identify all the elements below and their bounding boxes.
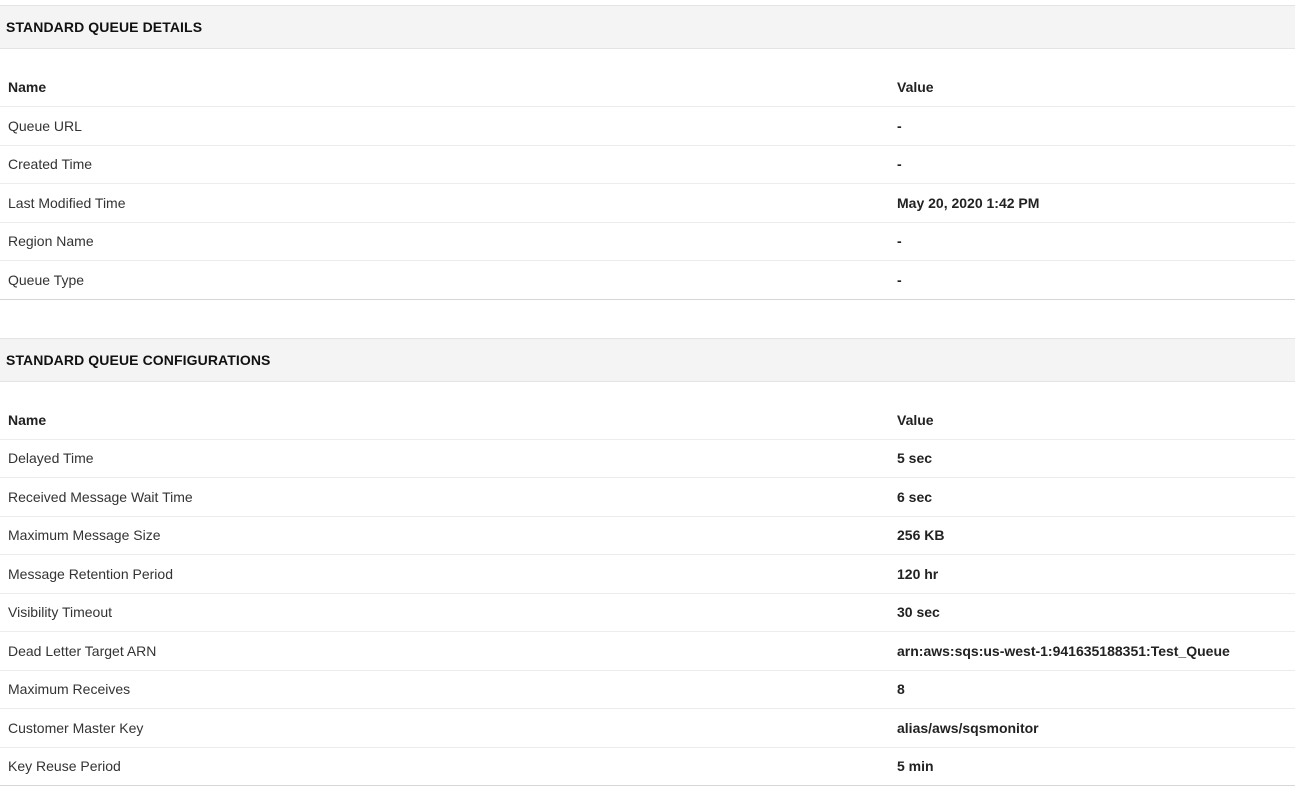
table-row: Key Reuse Period 5 min: [0, 747, 1295, 786]
row-value: arn:aws:sqs:us-west-1:941635188351:Test_…: [889, 631, 1295, 671]
row-name: Customer Master Key: [0, 708, 889, 748]
column-header-name: Name: [0, 400, 889, 440]
configurations-table-header-row: Name Value: [0, 400, 1295, 440]
table-row: Maximum Message Size 256 KB: [0, 516, 1295, 555]
table-row: Received Message Wait Time 6 sec: [0, 477, 1295, 517]
configurations-panel-title: STANDARD QUEUE CONFIGURATIONS: [0, 337, 1295, 382]
table-row: Dead Letter Target ARN arn:aws:sqs:us-we…: [0, 631, 1295, 671]
row-value: -: [889, 222, 1295, 261]
column-header-value: Value: [889, 68, 1295, 107]
row-value: -: [889, 260, 1295, 300]
table-row: Visibility Timeout 30 sec: [0, 593, 1295, 632]
row-name: Region Name: [0, 222, 889, 261]
row-name: Message Retention Period: [0, 554, 889, 594]
row-value: alias/aws/sqsmonitor: [889, 708, 1295, 748]
row-name: Visibility Timeout: [0, 593, 889, 632]
table-row: Created Time -: [0, 145, 1295, 184]
column-header-value: Value: [889, 400, 1295, 440]
configurations-panel: STANDARD QUEUE CONFIGURATIONS Name Value…: [0, 337, 1295, 787]
row-name: Queue URL: [0, 106, 889, 146]
row-name: Key Reuse Period: [0, 747, 889, 786]
row-value: May 20, 2020 1:42 PM: [889, 183, 1295, 223]
details-table-header-row: Name Value: [0, 68, 1295, 107]
details-panel-title: STANDARD QUEUE DETAILS: [0, 5, 1295, 49]
details-table: Name Value Queue URL - Created Time - La…: [0, 68, 1295, 300]
row-value: 8: [889, 670, 1295, 709]
row-value: 5 sec: [889, 439, 1295, 478]
row-value: 256 KB: [889, 516, 1295, 555]
row-name: Dead Letter Target ARN: [0, 631, 889, 671]
table-row: Customer Master Key alias/aws/sqsmonitor: [0, 708, 1295, 748]
row-value: -: [889, 145, 1295, 184]
row-value: 120 hr: [889, 554, 1295, 594]
details-panel: STANDARD QUEUE DETAILS Name Value Queue …: [0, 5, 1295, 300]
queue-page: STANDARD QUEUE DETAILS Name Value Queue …: [0, 5, 1295, 786]
row-name: Last Modified Time: [0, 183, 889, 223]
table-row: Queue URL -: [0, 106, 1295, 146]
row-name: Maximum Receives: [0, 670, 889, 709]
table-row: Region Name -: [0, 222, 1295, 261]
row-value: -: [889, 106, 1295, 146]
table-row: Message Retention Period 120 hr: [0, 554, 1295, 594]
table-row: Queue Type -: [0, 260, 1295, 300]
table-row: Delayed Time 5 sec: [0, 439, 1295, 478]
configurations-table: Name Value Delayed Time 5 sec Received M…: [0, 400, 1295, 787]
column-header-name: Name: [0, 68, 889, 107]
table-row: Last Modified Time May 20, 2020 1:42 PM: [0, 183, 1295, 223]
row-value: 5 min: [889, 747, 1295, 786]
row-value: 6 sec: [889, 477, 1295, 517]
table-row: Maximum Receives 8: [0, 670, 1295, 709]
row-name: Received Message Wait Time: [0, 477, 889, 517]
row-name: Maximum Message Size: [0, 516, 889, 555]
row-name: Queue Type: [0, 260, 889, 300]
row-name: Created Time: [0, 145, 889, 184]
row-value: 30 sec: [889, 593, 1295, 632]
row-name: Delayed Time: [0, 439, 889, 478]
